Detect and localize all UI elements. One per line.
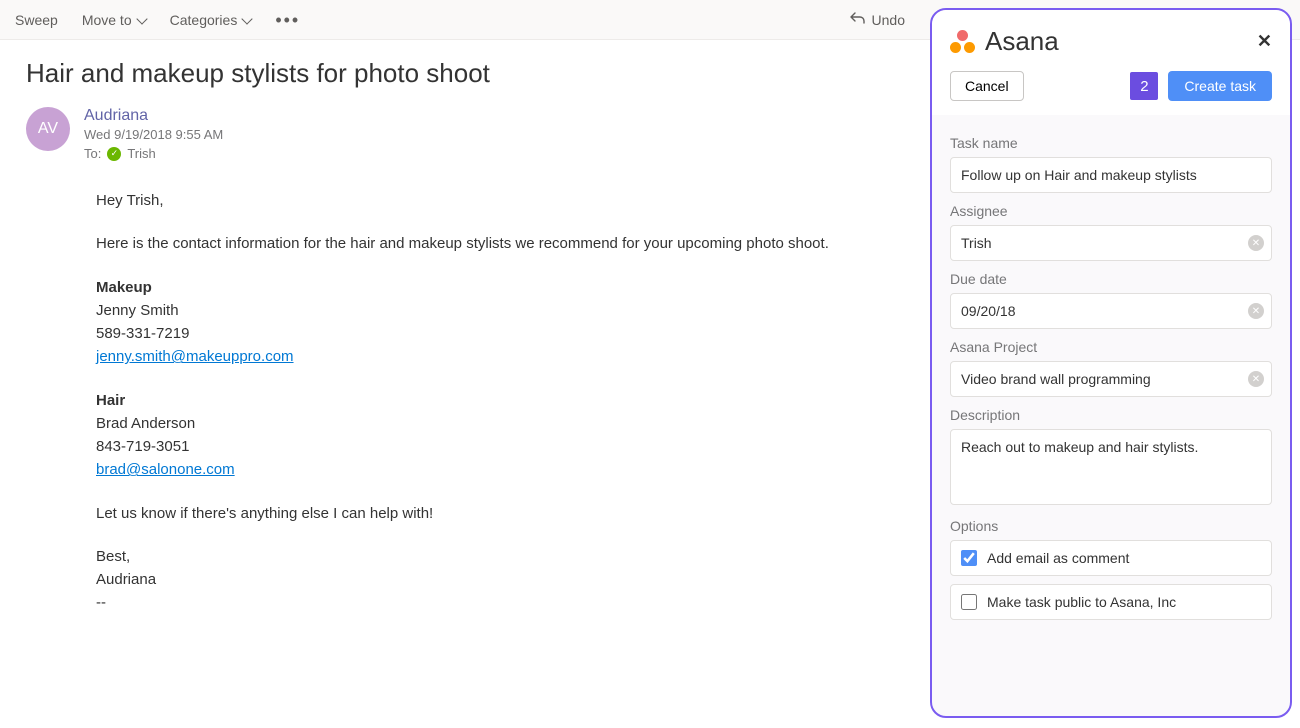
cancel-button[interactable]: Cancel — [950, 71, 1024, 101]
task-name-input[interactable] — [950, 157, 1272, 193]
sweep-menu[interactable]: Sweep — [15, 12, 58, 28]
description-label: Description — [950, 407, 1272, 423]
callout-badge-2: 2 — [1130, 72, 1158, 100]
undo-icon — [850, 10, 866, 29]
asana-panel: Asana ✕ Cancel 2 Create task Task name A… — [930, 8, 1292, 718]
description-input[interactable]: Reach out to makeup and hair stylists. — [950, 429, 1272, 505]
moveto-menu[interactable]: Move to — [82, 12, 146, 28]
chevron-down-icon — [242, 13, 253, 24]
add-email-checkbox[interactable] — [961, 550, 977, 566]
project-input[interactable] — [950, 361, 1272, 397]
option-add-email[interactable]: Add email as comment — [950, 540, 1272, 576]
hair-email-link[interactable]: brad@salonone.com — [96, 461, 235, 478]
presence-available-icon: ✓ — [107, 147, 121, 161]
ellipsis-icon: ••• — [275, 11, 300, 29]
option-make-public[interactable]: Make task public to Asana, Inc — [950, 584, 1272, 620]
avatar: AV — [26, 107, 70, 151]
clear-icon[interactable]: ✕ — [1248, 303, 1264, 319]
email-to-line: To: ✓ Trish — [84, 146, 1017, 161]
make-public-checkbox[interactable] — [961, 594, 977, 610]
task-name-label: Task name — [950, 135, 1272, 151]
asana-title: Asana — [985, 26, 1247, 57]
asana-logo-icon — [950, 30, 975, 53]
clear-icon[interactable]: ✕ — [1248, 371, 1264, 387]
due-date-input[interactable] — [950, 293, 1272, 329]
email-from[interactable]: Audriana — [84, 107, 1017, 125]
options-label: Options — [950, 518, 1272, 534]
recipient-name[interactable]: Trish — [127, 146, 155, 161]
assignee-label: Assignee — [950, 203, 1272, 219]
categories-menu[interactable]: Categories — [170, 12, 252, 28]
project-label: Asana Project — [950, 339, 1272, 355]
assignee-input[interactable] — [950, 225, 1272, 261]
email-date: Wed 9/19/2018 9:55 AM — [84, 127, 1017, 142]
chevron-down-icon — [136, 13, 147, 24]
clear-icon[interactable]: ✕ — [1248, 235, 1264, 251]
due-date-label: Due date — [950, 271, 1272, 287]
more-actions[interactable]: ••• — [275, 11, 300, 29]
close-icon[interactable]: ✕ — [1257, 31, 1272, 52]
makeup-email-link[interactable]: jenny.smith@makeuppro.com — [96, 348, 294, 365]
undo-button[interactable]: Undo — [850, 10, 905, 29]
create-task-button[interactable]: Create task — [1168, 71, 1272, 101]
